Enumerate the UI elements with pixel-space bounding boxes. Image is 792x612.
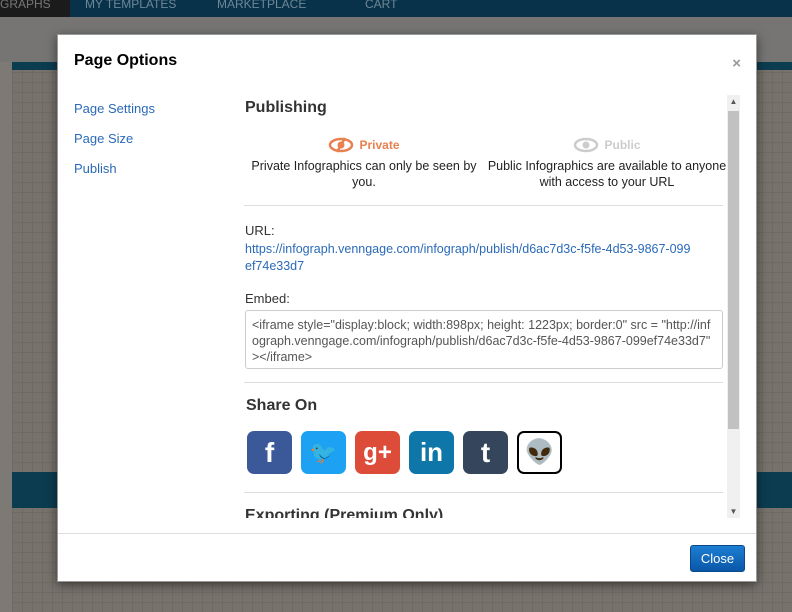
url-label: URL: [245, 223, 275, 238]
scrollbar-thumb[interactable] [728, 111, 739, 429]
publish-panel: Publishing Private Private Infographics … [244, 93, 727, 518]
private-option[interactable]: Private Private Infographics can only be… [244, 137, 484, 190]
share-buttons: f 🐦 g+ in t 👽 [247, 431, 562, 474]
nav-marketplace[interactable]: MARKETPLACE [217, 0, 306, 10]
scroll-down-icon[interactable]: ▼ [727, 507, 740, 516]
divider [244, 382, 723, 383]
facebook-share-button[interactable]: f [247, 431, 292, 474]
divider [244, 492, 723, 493]
modal-sidebar: Page Settings Page Size Publish [74, 101, 155, 191]
twitter-icon: 🐦 [309, 439, 338, 465]
sidebar-item-publish[interactable]: Publish [74, 161, 155, 191]
scroll-up-icon[interactable]: ▲ [727, 97, 740, 106]
private-label: Private [359, 138, 400, 152]
google-plus-icon: g+ [363, 438, 392, 466]
exporting-heading: Exporting (Premium Only) [245, 507, 444, 518]
reddit-icon: 👽 [524, 439, 555, 466]
modal-title: Page Options [74, 52, 178, 69]
embed-code-textarea[interactable]: <iframe style="display:block; width:898p… [245, 310, 723, 369]
nav-cart[interactable]: CART [365, 0, 397, 10]
tumblr-icon: t [480, 436, 491, 468]
publishing-heading: Publishing [245, 99, 327, 116]
publish-url-link[interactable]: https://infograph.venngage.com/infograph… [245, 241, 695, 275]
public-description: Public Infographics are available to any… [487, 159, 727, 189]
nav-my-templates[interactable]: MY TEMPLATES [85, 0, 176, 10]
divider [244, 205, 723, 206]
tumblr-share-button[interactable]: t [463, 431, 508, 474]
private-description: Private Infographics can only be seen by… [251, 159, 477, 189]
close-icon[interactable]: × [732, 55, 741, 72]
embed-label: Embed: [245, 291, 290, 306]
eye-icon [574, 137, 599, 153]
linkedin-share-button[interactable]: in [409, 431, 454, 474]
public-label: Public [604, 138, 641, 152]
public-option[interactable]: Public Public Infographics are available… [462, 137, 727, 190]
eye-slash-icon [329, 137, 354, 153]
sidebar-item-page-settings[interactable]: Page Settings [74, 101, 155, 131]
content-scrollbar[interactable]: ▲ ▼ [727, 95, 740, 518]
nav-graphs[interactable]: GRAPHS [0, 0, 70, 17]
sidebar-item-page-size[interactable]: Page Size [74, 131, 155, 161]
googleplus-share-button[interactable]: g+ [355, 431, 400, 474]
linkedin-icon: in [419, 437, 444, 467]
twitter-share-button[interactable]: 🐦 [301, 431, 346, 474]
top-navigation: GRAPHS MY TEMPLATES MARKETPLACE CART [0, 0, 792, 17]
facebook-icon: f [264, 436, 275, 468]
page-options-modal: Page Options × Page Settings Page Size P… [57, 34, 757, 582]
modal-footer-divider [58, 533, 756, 534]
reddit-share-button[interactable]: 👽 [517, 431, 562, 474]
close-button[interactable]: Close [690, 545, 745, 572]
share-heading: Share On [246, 397, 318, 414]
